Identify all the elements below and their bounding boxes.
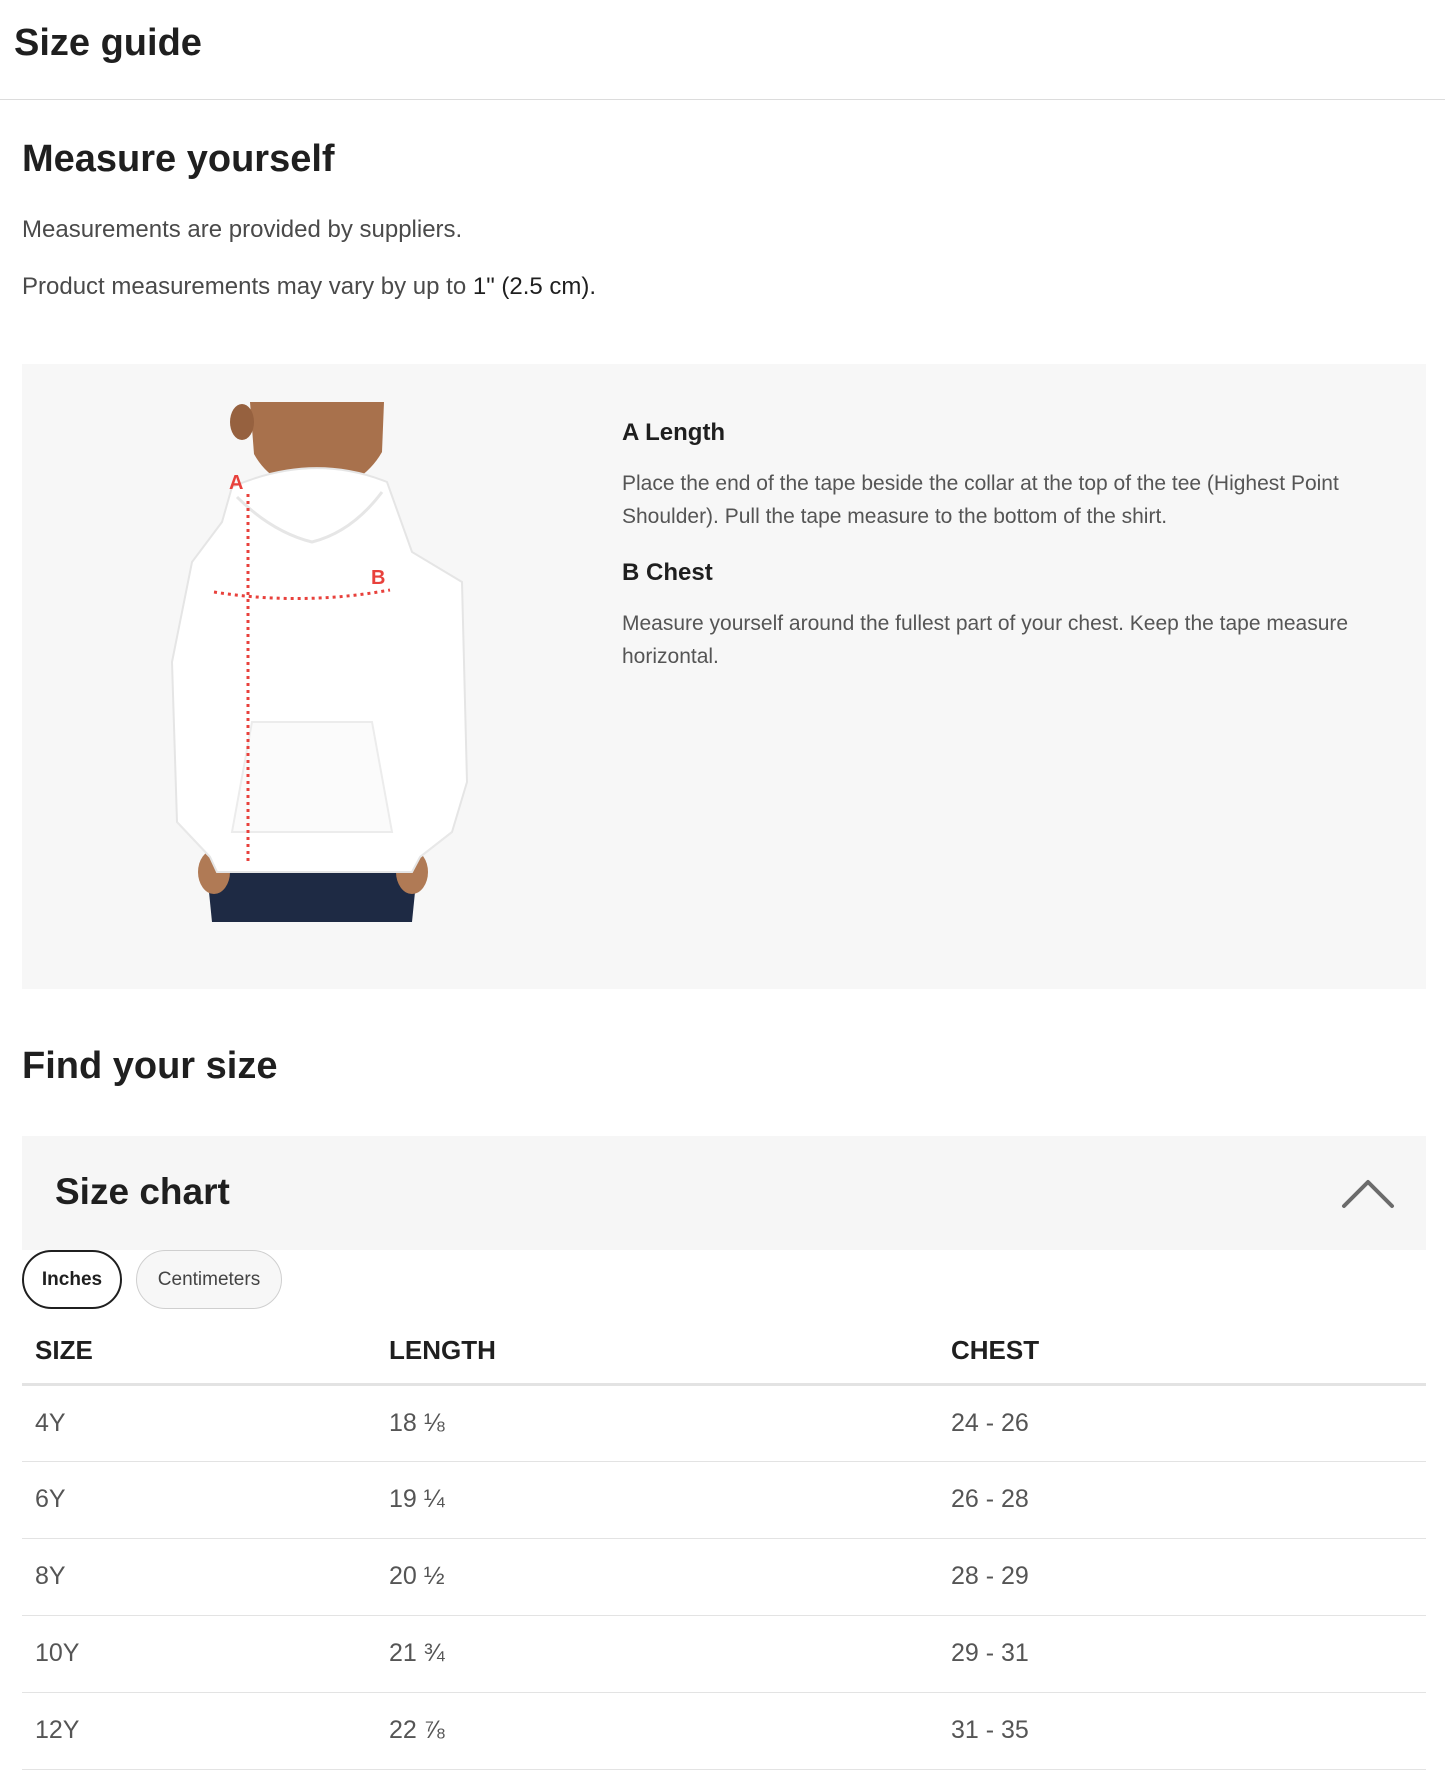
length-cell: 22 ⅞ <box>376 1692 938 1770</box>
chest-cell: 29 - 31 <box>938 1615 1426 1693</box>
length-cell: 21 ¾ <box>376 1615 938 1693</box>
size-table: SIZE LENGTH CHEST 4Y 18 ⅛ 24 - 26 6Y 19 … <box>22 1318 1426 1770</box>
table-row: 8Y 20 ½ 28 - 29 <box>22 1538 1426 1616</box>
size-cell: 8Y <box>22 1538 376 1616</box>
measure-panel: A B A Length Place the end of the tape b… <box>22 364 1426 989</box>
table-row: 12Y 22 ⅞ 31 - 35 <box>22 1692 1426 1770</box>
inches-button[interactable]: Inches <box>22 1250 122 1309</box>
size-chart-accordion-header[interactable]: Size chart <box>22 1136 1426 1250</box>
chest-description: Measure yourself around the fullest part… <box>622 612 1349 668</box>
size-cell: 10Y <box>22 1615 376 1693</box>
table-row: 4Y 18 ⅛ 24 - 26 <box>22 1384 1426 1462</box>
size-cell: 12Y <box>22 1692 376 1770</box>
table-row: 6Y 19 ¼ 26 - 28 <box>22 1461 1426 1539</box>
column-header-length: LENGTH <box>376 1318 938 1386</box>
chest-cell: 28 - 29 <box>938 1538 1426 1616</box>
column-header-size: SIZE <box>22 1318 376 1386</box>
find-your-size-heading: Find your size <box>22 1045 278 1087</box>
chest-cell: 26 - 28 <box>938 1461 1426 1539</box>
chest-heading: B Chest <box>622 559 713 586</box>
size-cell: 4Y <box>22 1384 376 1462</box>
chevron-up-icon[interactable] <box>1340 1174 1396 1210</box>
length-cell: 20 ½ <box>376 1538 938 1616</box>
page-title: Size guide <box>14 22 202 64</box>
label-b: B <box>371 567 385 589</box>
variance-note: Product measurements may vary by up to 1… <box>22 273 596 301</box>
length-cell: 18 ⅛ <box>376 1384 938 1462</box>
length-cell: 19 ¼ <box>376 1461 938 1539</box>
column-header-chest: CHEST <box>938 1318 1426 1386</box>
size-cell: 6Y <box>22 1461 376 1539</box>
centimeters-button[interactable]: Centimeters <box>136 1250 282 1309</box>
length-description: Place the end of the tape beside the col… <box>622 472 1339 528</box>
table-header-row: SIZE LENGTH CHEST <box>22 1318 1426 1386</box>
measurements-note: Measurements are provided by suppliers. <box>22 216 463 243</box>
variance-note-value: 1" (2.5 cm). <box>472 273 597 300</box>
label-a: A <box>229 472 243 494</box>
measurement-descriptions: A Length Place the end of the tape besid… <box>622 419 1362 699</box>
length-heading: A Length <box>622 419 726 446</box>
chest-cell: 31 - 35 <box>938 1692 1426 1770</box>
measure-yourself-heading: Measure yourself <box>22 138 335 180</box>
chest-cell: 24 - 26 <box>938 1384 1426 1462</box>
table-row: 10Y 21 ¾ 29 - 31 <box>22 1615 1426 1693</box>
size-chart-title: Size chart <box>55 1171 230 1212</box>
variance-note-prefix: Product measurements may vary by up to <box>22 273 473 300</box>
hoodie-measurement-image: A B <box>162 402 512 922</box>
header-bar: Size guide <box>0 0 1445 100</box>
